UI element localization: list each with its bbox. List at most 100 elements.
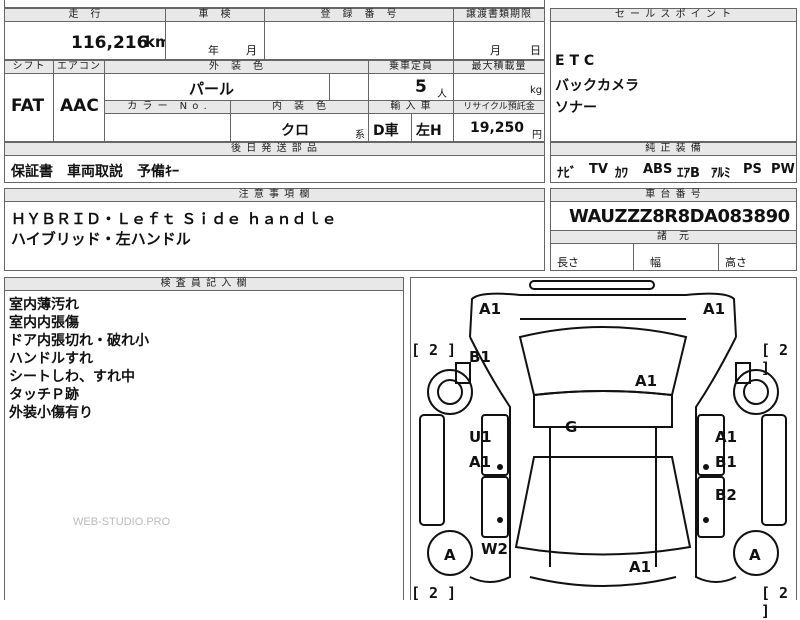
- recycle-header: リサイクル預託金: [453, 100, 545, 114]
- transfer-day: 日: [530, 44, 541, 57]
- inspection-year: 年: [208, 44, 219, 57]
- equipment-item-tv: TV: [589, 162, 608, 177]
- dim-height-label: 高さ: [725, 256, 747, 269]
- equipment-item-alloy: ｱﾙﾐ: [711, 166, 731, 181]
- diagram-label-left-door-1: U1: [469, 428, 492, 446]
- sales-point-2: バックカメラ: [555, 78, 639, 94]
- parts-header: 後 日 発 送 部 品: [4, 142, 545, 156]
- diagram-label-right-door-2: B1: [715, 453, 737, 471]
- maxload-unit: kg: [530, 85, 543, 96]
- left-side-panel-shape: [419, 414, 445, 526]
- interior-value: クロ: [281, 123, 309, 139]
- sales-point-1: E T C: [555, 53, 595, 69]
- equipment-item-navi: ﾅﾋﾞ: [557, 166, 577, 181]
- capacity-unit: 人: [437, 89, 447, 100]
- interior-header: 内 装 色: [230, 100, 369, 114]
- transfer-month: 月: [490, 44, 501, 57]
- recycle-unit: 円: [532, 130, 542, 141]
- notes-line-1: ＨＹＢＲＩＤ・Ｌｅｆｔ Ｓｉｄｅ ｈａｎｄｌｅ: [11, 210, 337, 228]
- recycle-value: 19,250: [470, 120, 525, 136]
- ac-header: エアコン: [53, 60, 105, 74]
- recycle-cell: 19,250 円: [453, 113, 545, 142]
- transfer-header: 譲渡書類期限: [453, 8, 545, 22]
- mileage-box: 走 行 116,216 km: [4, 8, 171, 60]
- import-cell-2: 左H: [411, 113, 454, 142]
- mileage-header: 走 行: [4, 8, 166, 22]
- dim-width-cell: 幅: [633, 243, 719, 271]
- import-header: 輸 入 車: [368, 100, 454, 114]
- import-cell-1: D車: [368, 113, 412, 142]
- equipment-item-abs: ABS: [643, 162, 673, 177]
- equipment-item-pw: PW: [771, 162, 795, 177]
- equipment-cell: ﾅﾋﾞ TV ｶﾜ ABS ｴｱB ｱﾙﾐ PS PW: [550, 155, 797, 183]
- vin-cell: WAUZZZ8R8DA083890: [550, 201, 797, 231]
- colorno-header: カ ラ ー N o .: [104, 100, 231, 114]
- transfer-box: 譲渡書類期限 月 日: [453, 8, 545, 60]
- diagram-label-right-rear: B2: [715, 486, 737, 504]
- inspector-line-1: 室内薄汚れ: [9, 297, 79, 313]
- notes-cell: ＨＹＢＲＩＤ・Ｌｅｆｔ Ｓｉｄｅ ｈａｎｄｌｅ ハイブリッド・左ハンドル: [4, 201, 545, 271]
- dim-length-label: 長さ: [557, 256, 579, 269]
- inspection-header: 車 検: [165, 8, 265, 22]
- watermark: WEB-STUDIO.PRO: [73, 516, 171, 528]
- shift-header: シフト: [4, 60, 54, 74]
- diagram-label-front-left: A1: [479, 300, 502, 318]
- dimensions-header: 諸 元: [550, 230, 797, 244]
- sales-box: セ ー ル ス ポ イ ン ト E T C バックカメラ ソナー: [550, 8, 797, 142]
- dim-height-cell: 高さ: [718, 243, 797, 271]
- equipment-item-airbag: ｴｱB: [677, 166, 700, 181]
- roof-rails-shape: [549, 427, 657, 567]
- inspector-line-4: ハンドルすれ: [9, 351, 93, 367]
- maxload-header: 最大積載量: [453, 60, 545, 74]
- mileage-value: 116,216: [71, 33, 149, 53]
- diagram-label-right-door-1: A1: [715, 428, 738, 446]
- hood-outline-shape: [469, 292, 737, 338]
- shift-cell: FAT: [4, 73, 54, 142]
- inspector-line-7: 外装小傷有り: [9, 405, 93, 421]
- top-cut-strip: [4, 0, 545, 8]
- diagram-label-left-fender: B1: [469, 348, 491, 366]
- front-right-wheel-inner: [743, 379, 769, 405]
- notes-header: 注 意 事 項 欄: [4, 188, 545, 202]
- parts-value: 保証書 車両取説 予備ｷｰ: [11, 164, 179, 180]
- equipment-header: 純 正 装 備: [550, 142, 797, 156]
- sales-header: セ ー ル ス ポ イ ン ト: [550, 8, 797, 22]
- import-value-2: 左H: [416, 123, 442, 139]
- left-rear-door-shape: [481, 476, 509, 538]
- interior-unit: 系: [355, 130, 365, 141]
- import-value-1: D車: [373, 123, 399, 139]
- diagram-label-hood: A1: [635, 372, 658, 390]
- registration-box: 登 録 番 号: [264, 8, 454, 60]
- exterior-sub-cell: [329, 73, 369, 101]
- diagram-label-glass: G: [565, 418, 578, 436]
- diagram-label-front-right: A1: [703, 300, 726, 318]
- front-left-wheel-inner: [437, 379, 463, 405]
- rear-window-shape: [514, 456, 692, 556]
- diagram-label-left-door-2: A1: [469, 453, 492, 471]
- exterior-cell: パール: [104, 73, 330, 101]
- windshield-shape: [518, 326, 688, 397]
- shift-value: FAT: [11, 96, 45, 116]
- diagram-label-left-rear: W2: [481, 540, 508, 558]
- inspector-line-3: ドア内張切れ・破れ小: [9, 333, 149, 349]
- bracket-front-left: [ 2 ]: [411, 341, 457, 359]
- capacity-value: 5: [415, 77, 427, 97]
- diagram-label-rear-right-wheel: A: [749, 546, 761, 564]
- right-side-panel-shape: [761, 414, 787, 526]
- inspector-cell: 室内薄汚れ 室内内張傷 ドア内張切れ・破れ小 ハンドルすれ シートしわ、すれ中 …: [4, 290, 404, 600]
- interior-cell: クロ 系: [230, 113, 369, 142]
- ac-cell: AAC: [53, 73, 105, 142]
- inspector-line-5: シートしわ、すれ中: [9, 369, 135, 385]
- capacity-header: 乗車定員: [368, 60, 454, 74]
- exterior-header: 外 装 色: [104, 60, 369, 74]
- registration-header: 登 録 番 号: [264, 8, 454, 22]
- bracket-rear-left: [ 2 ]: [411, 584, 457, 602]
- equipment-item-leather: ｶﾜ: [615, 166, 628, 181]
- capacity-cell: 5 人: [368, 73, 454, 101]
- sales-point-3: ソナー: [555, 100, 597, 116]
- maxload-cell: kg: [453, 73, 545, 101]
- parts-cell: 保証書 車両取説 予備ｷｰ: [4, 155, 545, 183]
- front-bumper-shape: [529, 280, 655, 290]
- rear-bumper-shape: [529, 576, 677, 587]
- dim-length-cell: 長さ: [550, 243, 634, 271]
